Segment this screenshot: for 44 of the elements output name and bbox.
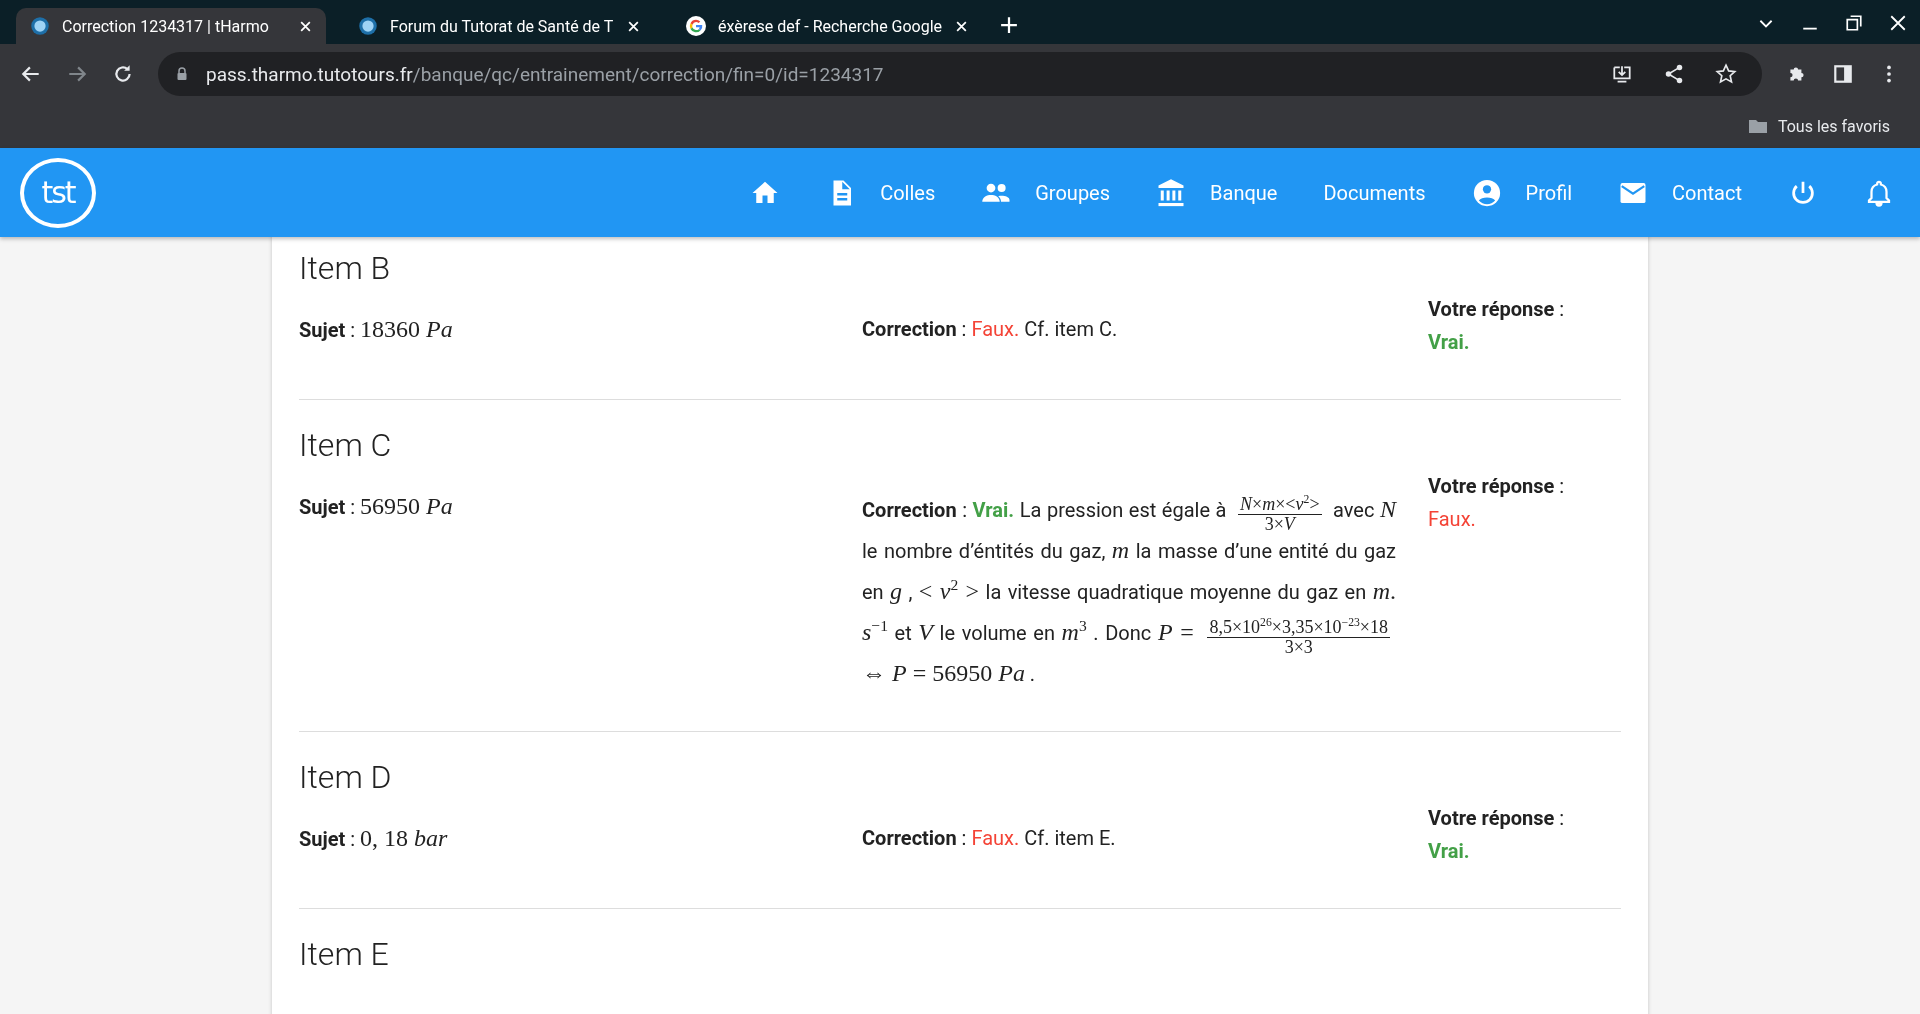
google-icon (686, 16, 706, 36)
subject-text: Sujet : 56950 Pa (299, 492, 454, 521)
item-title: Item D (299, 757, 393, 796)
tab-title: Forum du Tutorat de Santé de T (390, 16, 615, 36)
nav-link[interactable]: Colles (826, 177, 936, 208)
answer-label: Votre réponse : (1428, 473, 1566, 500)
close-icon[interactable] (627, 19, 640, 33)
item-title: Item C (299, 426, 393, 464)
nav-link[interactable]: Documents (1323, 180, 1426, 205)
globe-icon (30, 16, 50, 36)
close-icon[interactable] (955, 19, 968, 33)
correction-text: Correction : Faux. Cf. item E. (862, 824, 1117, 852)
close-icon[interactable] (1889, 14, 1907, 32)
account-icon (1471, 177, 1502, 208)
item-title: Item B (299, 249, 392, 287)
answer-value: Vrai. (1428, 837, 1471, 865)
answer-label: Votre réponse : (1428, 296, 1566, 323)
answer-value: Faux. (1428, 506, 1477, 533)
subject-text: Sujet : 0, 18 bar (299, 823, 449, 853)
nav-link[interactable]: Contact (1618, 177, 1742, 208)
nav-link[interactable]: Groupes (981, 177, 1111, 208)
correction-text: Correction : Vrai. La pression est égale à N×m×<v$^{2}$> 3×V avec N le nombre d’éntités du gaz, m la masse d’une entité du gaz en g , < v$^{2}$ > la vitesse quadratique moyenne du gaz en m. s$^{−1}$ et V le volume en m$^{3}$ . Donc P = 8,5×10$^{26}$×3,35×10$^{−23}$×18 3×3 ⇔ P = 56950 Pa . (862, 490, 1396, 691)
bank-icon (1156, 177, 1187, 208)
nav-link[interactable]: Banque (1156, 177, 1278, 208)
close-icon[interactable] (299, 19, 312, 33)
browser-tab[interactable]: Forum du Tutorat de Santé de T (344, 8, 654, 44)
nav-link[interactable]: Profil (1471, 177, 1573, 208)
browser-tab[interactable]: éxèrese def - Recherche Google (672, 8, 982, 44)
correction-text: Correction : Faux. Cf. item C. (862, 316, 1119, 343)
item-title: Item E (299, 934, 390, 973)
site-logo[interactable]: tst (20, 157, 96, 228)
tab-title: éxèrese def - Recherche Google (718, 16, 943, 36)
answer-label: Votre réponse : (1428, 804, 1566, 832)
globe-icon (358, 16, 378, 36)
browser-tab[interactable]: Correction 1234317 | tHarmo (16, 8, 326, 44)
subject-text: Sujet : 18360 Pa (299, 315, 454, 344)
lock-icon (176, 67, 188, 81)
answer-value: Vrai. (1428, 329, 1471, 356)
new-tab-icon[interactable] (1000, 16, 1018, 34)
restore-icon[interactable] (1845, 14, 1863, 32)
address-bar[interactable]: pass.tharmo.tutotours.fr/banque/qc/entrainement/correction/fin=0/id=1234317 (158, 52, 1762, 96)
tab-title: Correction 1234317 | tHarmo (62, 16, 270, 36)
bookmark-folder[interactable]: Tous les favoris (1747, 116, 1890, 136)
folder-icon (1747, 118, 1768, 134)
